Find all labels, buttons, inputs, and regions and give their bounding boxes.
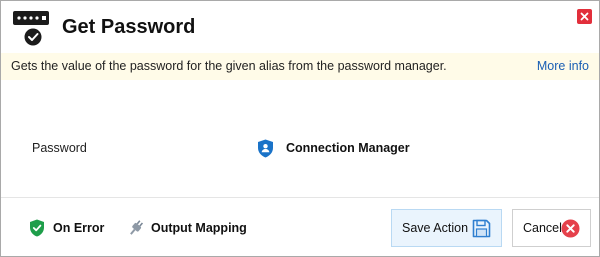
shield-check-icon [30,219,44,237]
password-check-icon [13,11,49,46]
on-error-button[interactable]: On Error [29,219,104,237]
on-error-label: On Error [53,221,105,235]
cancel-label: Cancel [523,221,562,235]
dialog-title: Get Password [62,16,196,38]
footer-divider [1,197,599,198]
save-action-label: Save Action [402,221,469,235]
password-value: Connection Manager [286,141,410,155]
close-button[interactable] [577,9,592,24]
save-action-button[interactable]: Save Action [391,209,502,247]
get-password-dialog: Get Password Gets the value of the passw… [0,0,600,257]
action-description: Gets the value of the password for the g… [11,59,447,73]
floppy-disk-icon [472,219,491,238]
password-label: Password [32,141,87,155]
password-selector[interactable]: Connection Manager [257,137,410,159]
more-info-link[interactable]: More info [537,59,589,73]
cancel-button[interactable]: Cancel [512,209,591,247]
close-circle-icon [561,219,580,238]
info-bar: Gets the value of the password for the g… [1,53,599,80]
output-mapping-button[interactable]: Output Mapping [128,219,247,237]
close-icon [580,12,589,21]
dialog-header: Get Password [1,1,599,51]
plug-icon [130,220,144,235]
shield-user-icon [258,139,273,157]
output-mapping-label: Output Mapping [151,221,247,235]
